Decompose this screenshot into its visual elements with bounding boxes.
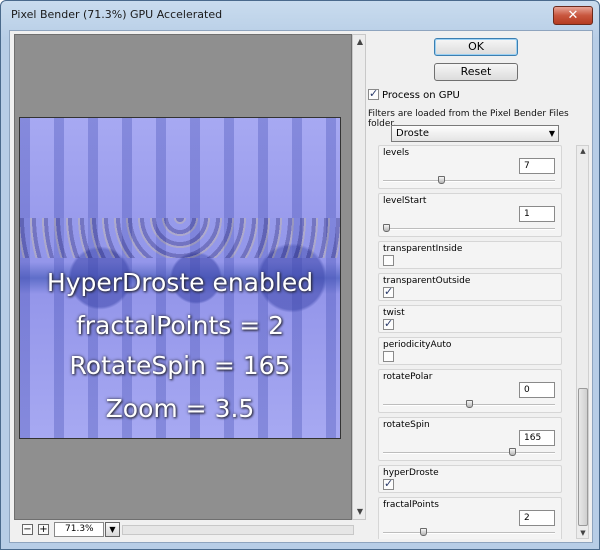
param-checkbox[interactable] bbox=[383, 317, 394, 330]
process-on-gpu-row[interactable]: Process on GPU bbox=[368, 87, 460, 101]
param-label: periodicityAuto bbox=[383, 340, 452, 350]
slider-handle[interactable] bbox=[420, 528, 427, 536]
zoom-dropdown-button[interactable]: ▼ bbox=[105, 522, 120, 537]
slider-handle[interactable] bbox=[383, 224, 390, 232]
parameter-list: levels 7 levelStart 1 transparentInside trans… bbox=[372, 145, 572, 539]
window-title: Pixel Bender (71.3%) GPU Accelerated bbox=[11, 8, 223, 21]
overlay-line-2: fractalPoints = 2 bbox=[75, 311, 285, 340]
param-levelStart: levelStart 1 bbox=[378, 193, 562, 237]
param-label: transparentInside bbox=[383, 244, 463, 254]
preview-area: HyperDroste enabled fractalPoints = 2 Ro… bbox=[14, 34, 352, 520]
zoom-out-button[interactable]: − bbox=[22, 524, 33, 535]
param-hyperDroste: hyperDroste bbox=[378, 465, 562, 493]
dialog-body: HyperDroste enabled fractalPoints = 2 Ro… bbox=[9, 30, 593, 543]
param-label: levels bbox=[383, 148, 410, 158]
preview-horizontal-scrollbar[interactable] bbox=[122, 525, 354, 535]
param-label: rotateSpin bbox=[383, 420, 430, 430]
scroll-up-arrow-icon[interactable]: ▲ bbox=[578, 147, 588, 155]
fractal-band bbox=[20, 218, 340, 258]
scroll-down-arrow-icon[interactable]: ▼ bbox=[355, 507, 365, 517]
param-checkbox[interactable] bbox=[383, 351, 394, 362]
param-label: rotatePolar bbox=[383, 372, 433, 382]
slider-track[interactable] bbox=[383, 180, 555, 182]
filter-select[interactable]: Droste ▼ bbox=[391, 125, 559, 142]
scroll-down-arrow-icon[interactable]: ▼ bbox=[578, 529, 588, 537]
filter-select-value: Droste bbox=[396, 128, 429, 139]
reset-button[interactable]: Reset bbox=[434, 63, 518, 81]
overlay-line-3: RotateSpin = 165 bbox=[69, 351, 291, 380]
param-checkbox[interactable] bbox=[383, 477, 394, 490]
param-value-field[interactable]: 7 bbox=[519, 158, 555, 174]
param-transparentInside: transparentInside bbox=[378, 241, 562, 269]
scrollbar-thumb[interactable] bbox=[578, 388, 588, 526]
param-label: fractalPoints bbox=[383, 500, 439, 510]
param-levels: levels 7 bbox=[378, 145, 562, 189]
preview-image: HyperDroste enabled fractalPoints = 2 Ro… bbox=[19, 117, 341, 439]
param-value-field[interactable]: 165 bbox=[519, 430, 555, 446]
zoom-level-field[interactable]: 71.3% bbox=[54, 522, 104, 537]
param-checkbox[interactable] bbox=[383, 255, 394, 266]
param-value-field[interactable]: 0 bbox=[519, 382, 555, 398]
ok-button[interactable]: OK bbox=[434, 38, 518, 56]
chevron-down-icon: ▼ bbox=[548, 129, 555, 138]
param-periodicityAuto: periodicityAuto bbox=[378, 337, 562, 365]
process-on-gpu-label: Process on GPU bbox=[382, 90, 460, 101]
param-value-field[interactable]: 2 bbox=[519, 510, 555, 526]
parameter-scrollbar[interactable]: ▲ ▼ bbox=[576, 145, 589, 539]
param-rotatePolar: rotatePolar 0 bbox=[378, 369, 562, 413]
param-fractalPoints: fractalPoints 2 bbox=[378, 497, 562, 539]
param-twist: twist bbox=[378, 305, 562, 333]
scroll-up-arrow-icon[interactable]: ▲ bbox=[355, 37, 365, 47]
param-transparentOutside: transparentOutside bbox=[378, 273, 562, 301]
slider-handle[interactable] bbox=[509, 448, 516, 456]
param-value-field[interactable]: 1 bbox=[519, 206, 555, 222]
slider-track[interactable] bbox=[383, 452, 555, 454]
slider-handle[interactable] bbox=[466, 400, 473, 408]
close-icon[interactable]: ✕ bbox=[553, 6, 593, 25]
param-label: levelStart bbox=[383, 196, 427, 206]
zoom-in-button[interactable]: + bbox=[38, 524, 49, 535]
slider-handle[interactable] bbox=[438, 176, 445, 184]
slider-track[interactable] bbox=[383, 532, 555, 534]
param-label: transparentOutside bbox=[383, 276, 471, 286]
preview-vertical-scrollbar[interactable]: ▲ ▼ bbox=[352, 34, 366, 520]
slider-track[interactable] bbox=[383, 228, 555, 230]
title-bar: Pixel Bender (71.3%) GPU Accelerated ✕ bbox=[1, 1, 599, 29]
process-on-gpu-checkbox[interactable] bbox=[368, 87, 379, 100]
param-rotateSpin: rotateSpin 165 bbox=[378, 417, 562, 461]
preview-footer: − + 71.3% ▼ bbox=[14, 521, 366, 539]
overlay-line-4: Zoom = 3.5 bbox=[105, 394, 255, 423]
pixel-bender-window: Pixel Bender (71.3%) GPU Accelerated ✕ H… bbox=[0, 0, 600, 550]
param-checkbox[interactable] bbox=[383, 285, 394, 298]
overlay-line-1: HyperDroste enabled bbox=[46, 268, 314, 297]
